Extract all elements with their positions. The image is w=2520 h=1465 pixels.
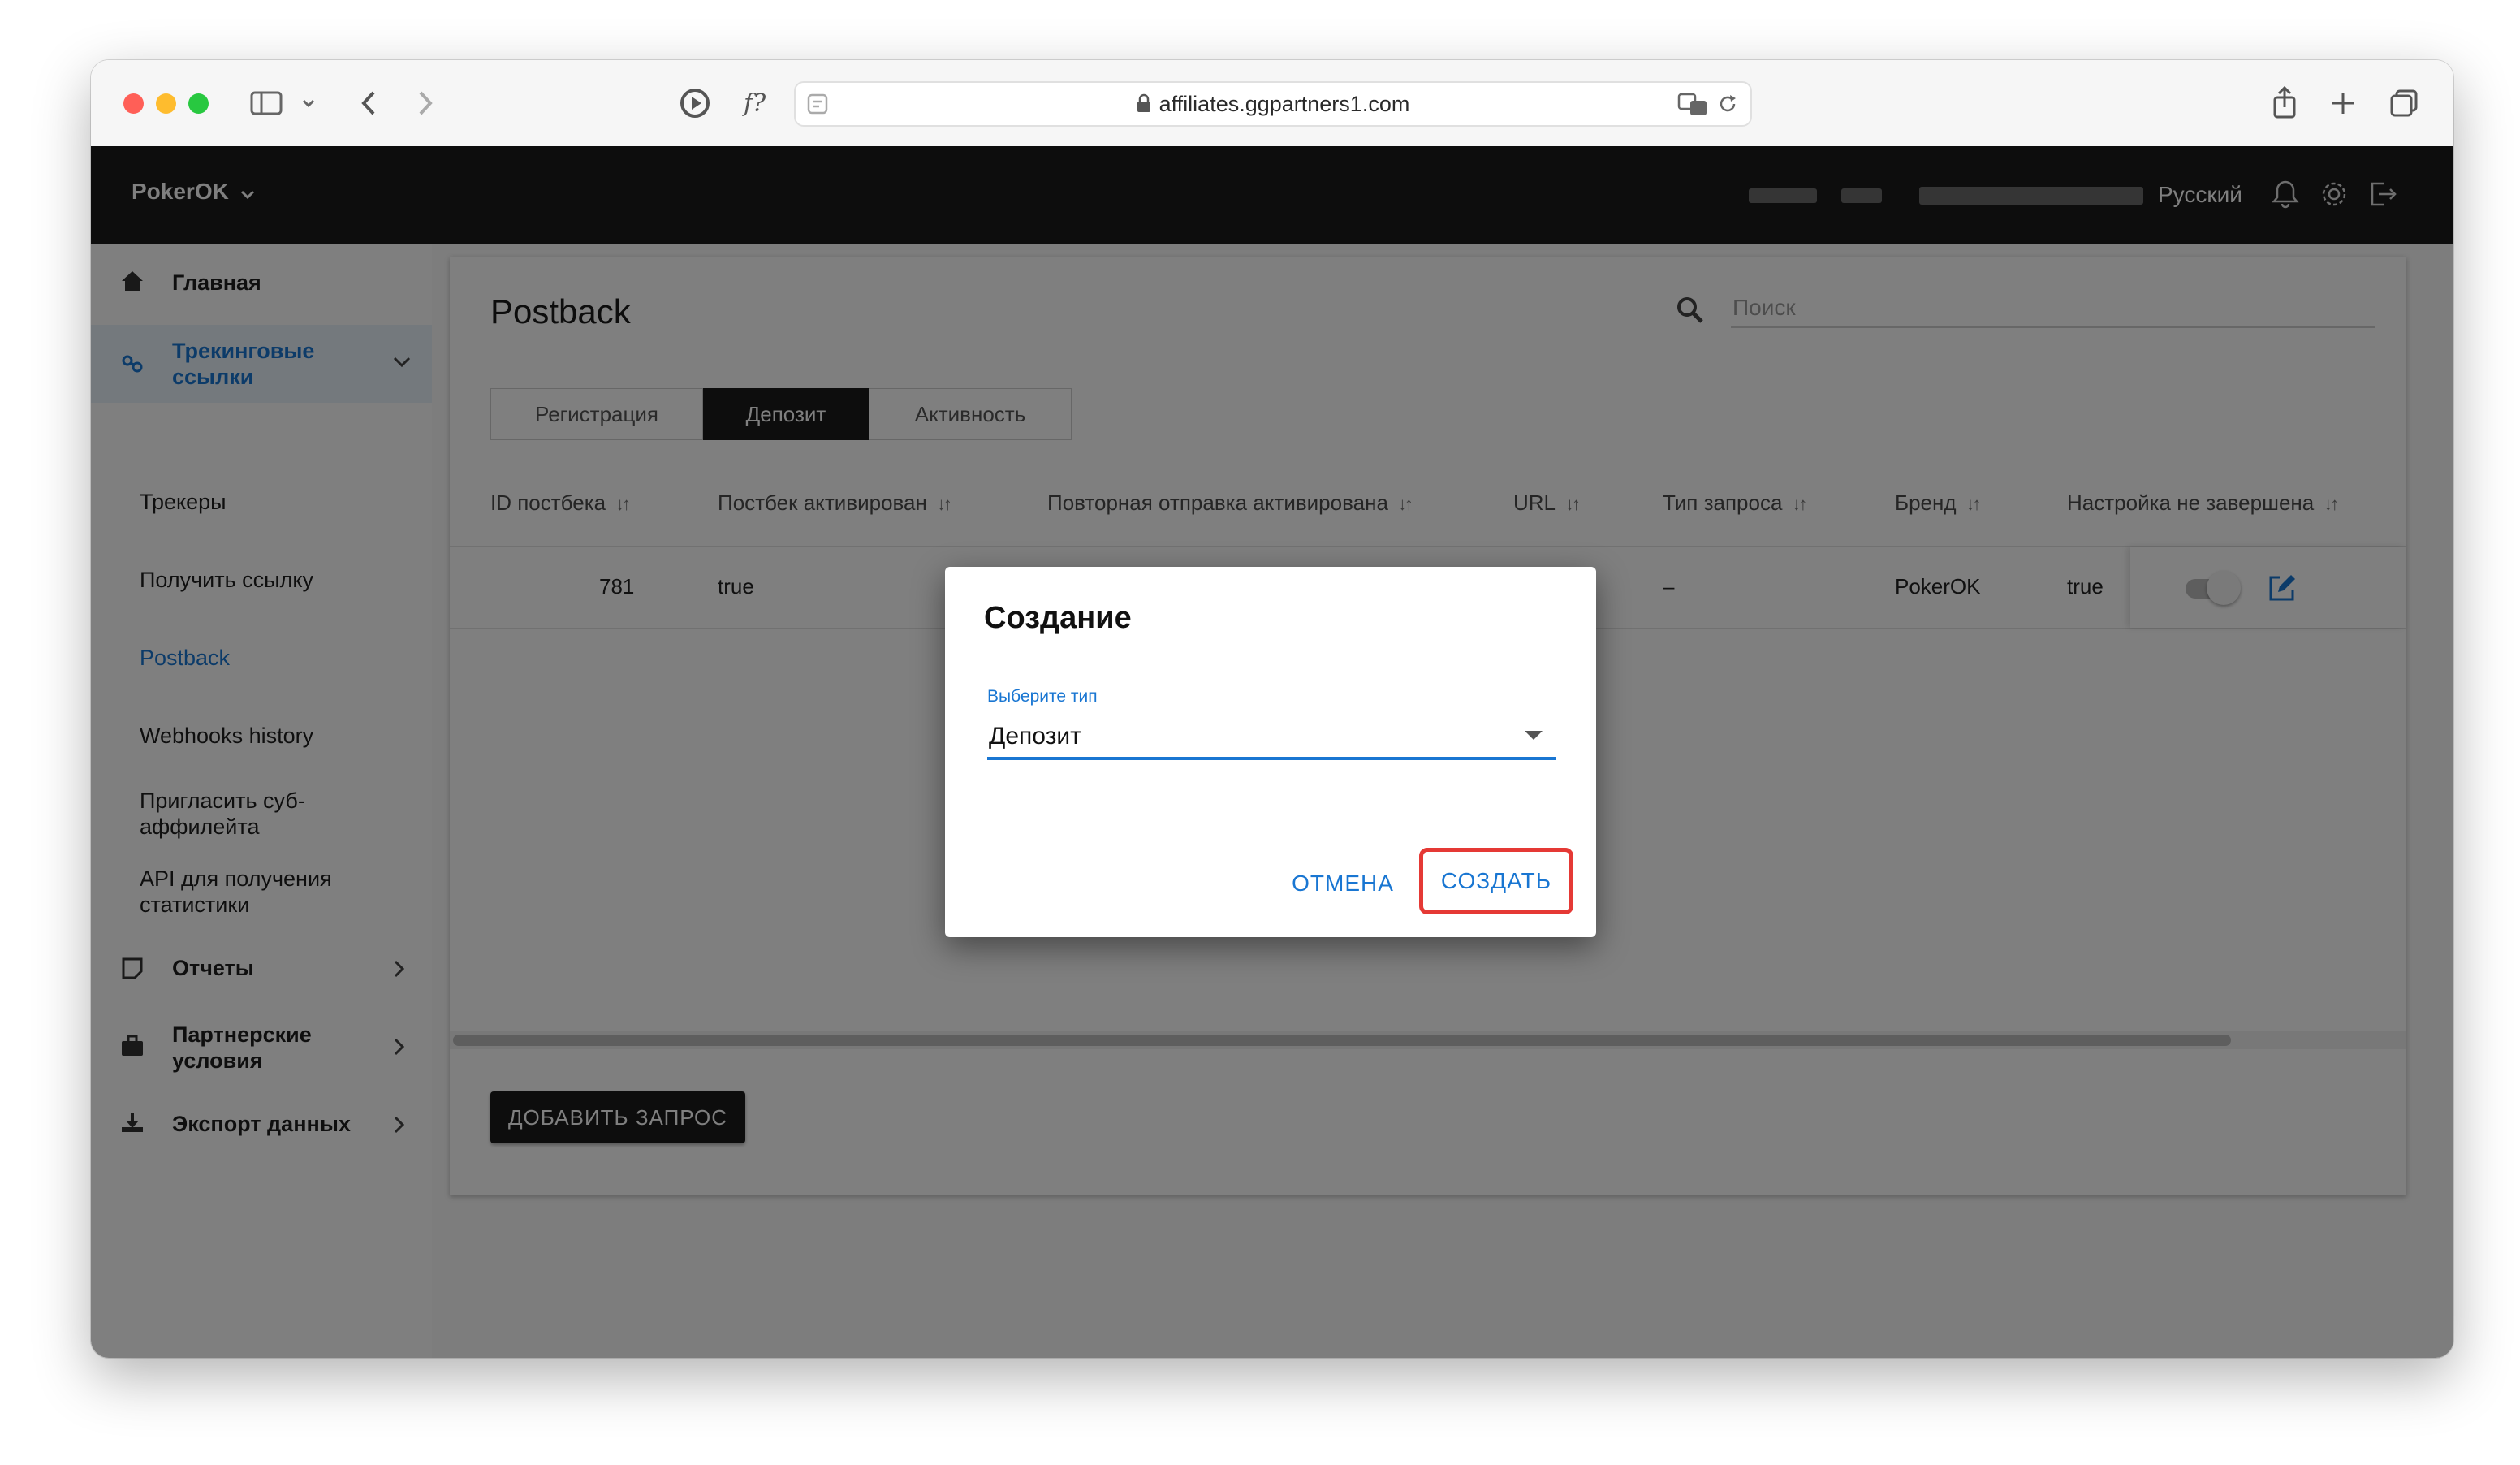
- lock-icon: [1137, 93, 1150, 112]
- type-select[interactable]: Депозит: [987, 715, 1556, 760]
- create-dialog: Создание Выберите тип Депозит ОТМЕНА СОЗ…: [945, 567, 1596, 937]
- type-select-label: Выберите тип: [987, 687, 1098, 706]
- sidebar-toggle-icon[interactable]: [250, 84, 283, 122]
- svg-text:f?: f?: [742, 89, 766, 118]
- minimize-window-button[interactable]: [156, 93, 176, 114]
- close-window-button[interactable]: [123, 93, 144, 114]
- cancel-button[interactable]: ОТМЕНА: [1254, 858, 1432, 910]
- forward-arrow-icon[interactable]: [412, 84, 437, 122]
- create-button[interactable]: СОЗДАТЬ: [1419, 848, 1573, 914]
- chevron-down-icon[interactable]: [300, 84, 317, 122]
- url-text: affiliates.ggpartners1.com: [1159, 92, 1410, 116]
- back-arrow-icon[interactable]: [357, 84, 382, 122]
- zoom-window-button[interactable]: [188, 93, 209, 114]
- address-bar[interactable]: affiliates.ggpartners1.com: [794, 81, 1752, 127]
- dialog-title: Создание: [984, 601, 1132, 635]
- browser-toolbar: f? affiliates.ggpartners1.com: [91, 60, 2453, 147]
- reload-icon[interactable]: [1716, 93, 1739, 115]
- type-select-value: Депозит: [989, 723, 1081, 750]
- function-extension-icon[interactable]: f?: [740, 84, 776, 122]
- tab-overview-icon[interactable]: [2388, 84, 2421, 122]
- translate-icon[interactable]: [1677, 91, 1708, 117]
- new-tab-icon[interactable]: [2328, 84, 2358, 122]
- browser-window: f? affiliates.ggpartners1.com Поиск Созд…: [91, 60, 2453, 1358]
- share-icon[interactable]: [2270, 84, 2299, 122]
- dropdown-arrow-icon: [1525, 731, 1543, 740]
- reader-extension-icon[interactable]: [677, 84, 713, 122]
